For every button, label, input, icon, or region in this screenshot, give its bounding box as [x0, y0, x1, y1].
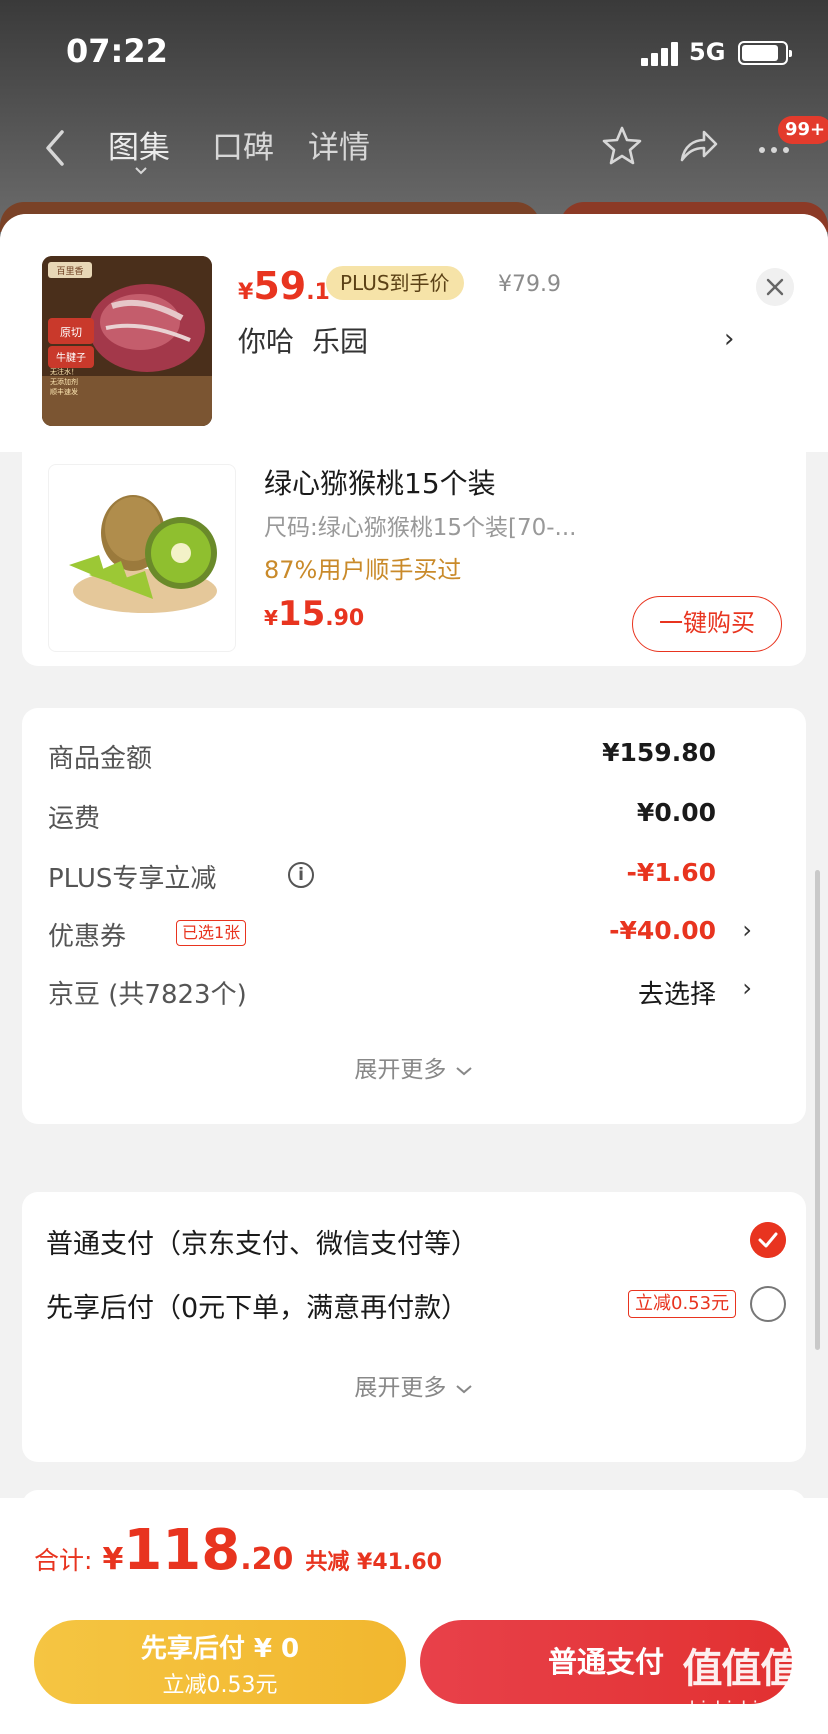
coupon-value: -¥40.00 — [609, 916, 716, 945]
product-title[interactable]: 绿心猕猴桃15个装 — [264, 462, 496, 502]
shipping-label: 运费 — [48, 804, 101, 834]
battery-icon — [738, 41, 792, 65]
info-icon[interactable]: i — [288, 862, 314, 888]
normal-payment-option[interactable]: 普通支付（京东支付、微信支付等） — [46, 1220, 786, 1264]
original-price: ¥79.9 — [498, 272, 561, 297]
order-amount-card: 商品金额 ¥159.80 运费 ¥0.00 PLUS专享立减 i -¥1.60 … — [22, 708, 806, 1124]
one-click-buy-button[interactable]: 一键购买 — [632, 596, 782, 652]
status-bar: 07:22 5G — [0, 0, 828, 104]
bought-together-rate: 87%用户顺手买过 — [264, 556, 462, 584]
chevron-right-icon[interactable]: › — [724, 324, 734, 354]
product-price: ¥15.90 — [264, 594, 365, 634]
share-icon[interactable] — [676, 124, 720, 168]
expand-more-label: 展开更多 — [354, 1057, 447, 1083]
star-icon[interactable] — [600, 124, 644, 168]
selected-spec[interactable]: 你哈 乐园 — [238, 320, 386, 360]
site-watermark: 值值值 zhizhizhi.com — [680, 1646, 802, 1719]
image-brand: 百里香 — [56, 266, 83, 277]
expand-more-payment[interactable]: 展开更多 — [22, 1368, 806, 1402]
back-arrow-icon[interactable] — [40, 126, 70, 170]
order-total: 合计: ¥118.20 共减 ¥41.60 — [34, 1518, 442, 1583]
scrollbar[interactable] — [815, 870, 820, 1350]
payment-method-card: 普通支付（京东支付、微信支付等） 先享后付（0元下单，满意再付款） 立减0.53… — [22, 1192, 806, 1462]
pay-later-discount-tag: 立减0.53元 — [628, 1290, 737, 1318]
chevron-right-icon[interactable]: › — [742, 974, 752, 1002]
plus-discount-value: -¥1.60 — [626, 858, 716, 887]
total-label: 合计: — [34, 1546, 93, 1575]
coupon-label: 优惠券 — [48, 922, 127, 952]
image-feature-1: 无注水！ — [50, 367, 78, 376]
coupon-row[interactable]: 优惠券 已选1张 -¥40.00 › — [48, 916, 780, 956]
pay-later-button[interactable]: 先享后付 ¥ 0 立减0.53元 — [34, 1620, 406, 1704]
active-tab-indicator — [135, 167, 147, 175]
shipping-row: 运费 ¥0.00 — [48, 798, 780, 838]
recommended-product-card: 绿心猕猴桃15个装 尺码:绿心猕猴桃15个装[70-... 87%用户顺手买过 … — [22, 452, 806, 666]
spec-value-2: 乐园 — [312, 325, 369, 358]
image-feature-2: 无添加剂 — [50, 377, 78, 386]
product-nav-bar: 图集 口碑 详情 99+ — [0, 104, 828, 190]
shipping-value: ¥0.00 — [636, 798, 716, 827]
tab-gallery[interactable]: 图集 — [108, 122, 170, 167]
chevron-right-icon[interactable]: › — [742, 916, 752, 944]
close-icon[interactable] — [756, 268, 794, 306]
pay-later-button-sublabel: 立减0.53元 — [162, 1673, 278, 1698]
tab-reviews[interactable]: 口碑 — [212, 122, 274, 167]
expand-more-label: 展开更多 — [354, 1375, 447, 1401]
radio-checked-icon[interactable] — [750, 1222, 786, 1258]
chevron-down-icon — [456, 1385, 472, 1394]
plus-price-tag: PLUS到手价 — [326, 266, 464, 300]
signal-icon — [641, 42, 681, 66]
beef-shank-image: 原切 牛腱子 无注水！ 无添加剂 顺丰速发 百里香 — [42, 256, 212, 426]
beef-shank-illustration: 原切 牛腱子 无注水！ 无添加剂 顺丰速发 百里香 — [42, 256, 212, 426]
radio-unchecked-icon[interactable] — [750, 1286, 786, 1322]
plus-discount-row: PLUS专享立减 i -¥1.60 — [48, 858, 780, 898]
kiwi-image — [48, 464, 236, 652]
tab-details[interactable]: 详情 — [308, 122, 370, 167]
pay-later-option[interactable]: 先享后付（0元下单，满意再付款） 立减0.53元 — [46, 1284, 786, 1328]
cart-badge: 99+ — [778, 116, 828, 144]
expand-more-amount[interactable]: 展开更多 — [22, 1050, 806, 1084]
image-feature-3: 顺丰速发 — [50, 387, 78, 396]
total-savings: 共减 ¥41.60 — [305, 1550, 442, 1575]
status-time: 07:22 — [66, 32, 168, 70]
pay-later-label: 先享后付（0元下单，满意再付款） — [46, 1293, 469, 1324]
image-label-line2: 牛腱子 — [56, 351, 86, 364]
sheet-header: 原切 牛腱子 无注水！ 无添加剂 顺丰速发 百里香 ¥59.1 PLUS到手价 … — [0, 214, 828, 452]
pay-later-button-label: 先享后付 ¥ 0 — [140, 1634, 300, 1664]
coupon-selected-tag: 已选1张 — [176, 920, 247, 946]
product-spec: 尺码:绿心猕猴桃15个装[70-... — [264, 515, 577, 541]
jingdou-row[interactable]: 京豆 (共7823个) 去选择 › — [48, 974, 780, 1014]
jingdou-label: 京豆 (共7823个) — [48, 980, 247, 1010]
total-int: 118 — [123, 1518, 241, 1583]
network-type: 5G — [689, 38, 726, 66]
normal-payment-label: 普通支付（京东支付、微信支付等） — [46, 1229, 478, 1260]
goods-amount-label: 商品金额 — [48, 744, 153, 774]
goods-amount-value: ¥159.80 — [602, 738, 716, 767]
image-label-line1: 原切 — [60, 326, 82, 339]
chevron-down-icon — [456, 1067, 472, 1076]
header-price: ¥59.1 — [238, 264, 330, 308]
kiwi-illustration — [69, 495, 217, 613]
jingdou-select[interactable]: 去选择 — [638, 974, 716, 1011]
spec-value-1: 你哈 — [238, 325, 295, 358]
goods-amount-row: 商品金额 ¥159.80 — [48, 738, 780, 778]
plus-discount-label: PLUS专享立减 — [48, 864, 217, 894]
